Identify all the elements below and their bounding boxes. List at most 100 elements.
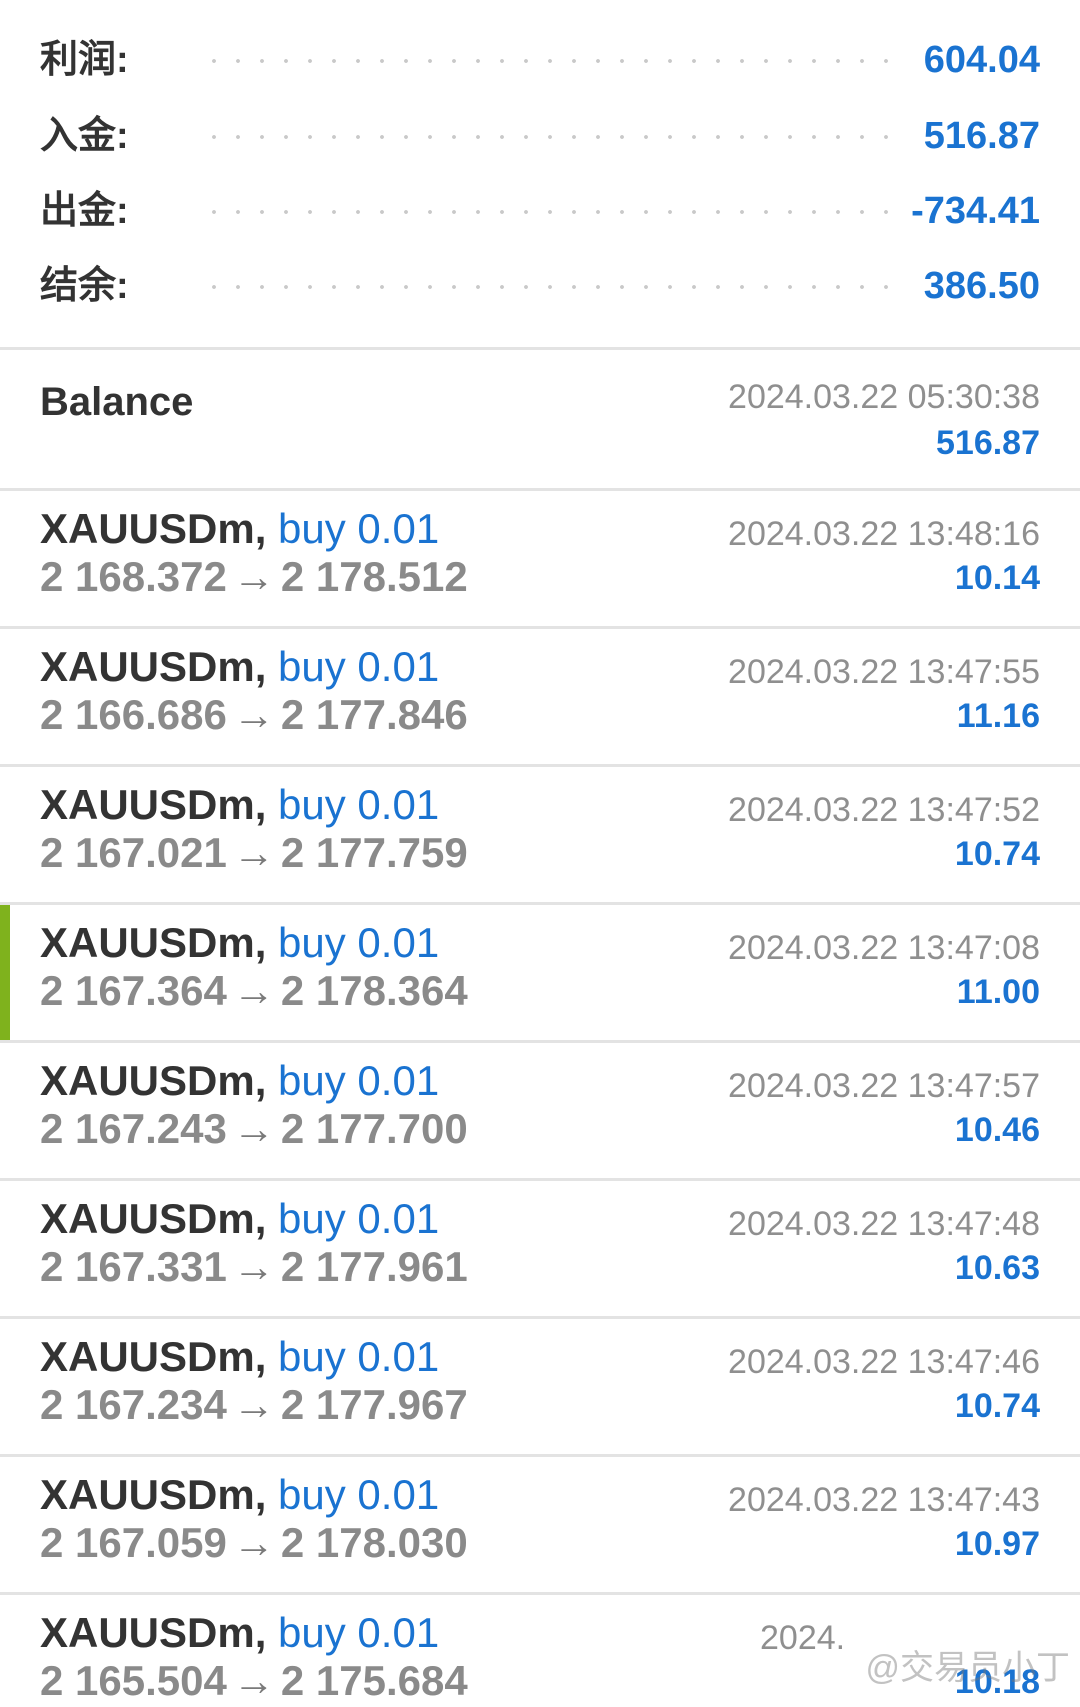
trade-time: 2024.03.22 13:47:57 <box>728 1067 1040 1105</box>
trade-side: buy 0.01 <box>278 505 440 552</box>
trade-profit: 10.14 <box>954 559 1040 597</box>
trade-profit: 11.16 <box>956 697 1040 735</box>
trade-side: buy 0.01 <box>278 781 440 828</box>
trade-side: buy 0.01 <box>278 919 440 966</box>
withdrawal-label: 出金: <box>40 190 129 232</box>
trade-row[interactable]: XAUUSDm, buy 0.01 2 167.243 → 2 177.700 20… <box>0 1043 1080 1178</box>
summary-section: 利润: 604.04 入金: 516.87 出金: -734.41 结余: 38… <box>0 0 1080 348</box>
trade-profit: 10.46 <box>954 1111 1040 1149</box>
arrow-right-icon: → <box>232 1243 275 1290</box>
arrow-right-icon: → <box>232 553 275 600</box>
close-price: 2 178.030 <box>280 1519 468 1566</box>
trade-symbol: XAUUSDm, <box>40 1195 267 1242</box>
trade-prices: 2 167.234 → 2 177.967 <box>40 1381 468 1429</box>
trade-prices: 2 167.364 → 2 178.364 <box>40 967 468 1015</box>
trade-row[interactable]: XAUUSDm, buy 0.01 2 167.234 → 2 177.967 20… <box>0 1319 1080 1454</box>
trade-title: XAUUSDm, buy 0.01 <box>40 919 439 967</box>
close-price: 2 177.967 <box>280 1381 468 1428</box>
trade-title: XAUUSDm, buy 0.01 <box>40 781 439 829</box>
trade-title: XAUUSDm, buy 0.01 <box>40 1609 439 1657</box>
balance-entry-amount: 516.87 <box>936 424 1040 462</box>
trade-title: XAUUSDm, buy 0.01 <box>40 505 439 553</box>
trade-time-partial: 2024. <box>760 1619 846 1657</box>
balance-entry[interactable]: Balance 2024.03.22 05:30:38 516.87 <box>0 352 1080 487</box>
trade-title: XAUUSDm, buy 0.01 <box>40 1333 439 1381</box>
trade-time: 2024.03.22 13:48:16 <box>728 515 1040 553</box>
open-price: 2 166.686 <box>40 691 227 738</box>
leader-dots <box>202 285 894 289</box>
selected-marker <box>0 905 10 1040</box>
trade-symbol: XAUUSDm, <box>40 643 267 690</box>
summary-withdrawal-row: 出金: -734.41 <box>40 181 1040 241</box>
trade-side: buy 0.01 <box>278 1195 440 1242</box>
arrow-right-icon: → <box>232 1381 275 1428</box>
open-price: 2 168.372 <box>40 553 227 600</box>
trade-row[interactable]: XAUUSDm, buy 0.01 2 166.686 → 2 177.846 20… <box>0 629 1080 764</box>
open-price: 2 167.364 <box>40 967 227 1014</box>
trade-time: 2024.03.22 13:47:55 <box>728 653 1040 691</box>
open-price: 2 167.059 <box>40 1519 227 1566</box>
arrow-right-icon: → <box>232 829 275 876</box>
close-price: 2 177.700 <box>280 1105 468 1152</box>
trade-row[interactable]: XAUUSDm, buy 0.01 2 167.059 → 2 178.030 20… <box>0 1457 1080 1592</box>
open-price: 2 165.504 <box>40 1657 227 1704</box>
deposit-label: 入金: <box>40 115 129 157</box>
balance-label: 结余: <box>40 265 129 307</box>
summary-deposit-row: 入金: 516.87 <box>40 106 1040 166</box>
trade-title: XAUUSDm, buy 0.01 <box>40 1195 439 1243</box>
trade-row[interactable]: XAUUSDm, buy 0.01 2 168.372 → 2 178.512 20… <box>0 491 1080 626</box>
open-price: 2 167.234 <box>40 1381 227 1428</box>
trade-time: 2024.03.22 13:47:08 <box>728 929 1040 967</box>
trade-time: 2024.03.22 13:47:52 <box>728 791 1040 829</box>
balance-value: 386.50 <box>923 265 1040 307</box>
trade-profit: 10.63 <box>954 1249 1040 1287</box>
watermark: @交易员小丁 <box>865 1649 1070 1687</box>
close-price: 2 177.846 <box>280 691 468 738</box>
trade-title: XAUUSDm, buy 0.01 <box>40 1057 439 1105</box>
trade-profit: 10.97 <box>954 1525 1040 1563</box>
trade-symbol: XAUUSDm, <box>40 1057 267 1104</box>
trade-symbol: XAUUSDm, <box>40 781 267 828</box>
trade-side: buy 0.01 <box>278 1333 440 1380</box>
arrow-right-icon: → <box>232 691 275 738</box>
profit-value: 604.04 <box>923 39 1040 81</box>
trade-row-selected[interactable]: XAUUSDm, buy 0.01 2 167.364 → 2 178.364 20… <box>0 905 1080 1040</box>
trade-side: buy 0.01 <box>278 1609 440 1656</box>
open-price: 2 167.021 <box>40 829 227 876</box>
trade-symbol: XAUUSDm, <box>40 1471 267 1518</box>
trade-row[interactable]: XAUUSDm, buy 0.01 2 167.331 → 2 177.961 20… <box>0 1181 1080 1316</box>
leader-dots <box>202 135 894 139</box>
trade-side: buy 0.01 <box>278 1057 440 1104</box>
trade-side: buy 0.01 <box>278 1471 440 1518</box>
trade-prices: 2 167.243 → 2 177.700 <box>40 1105 468 1153</box>
trade-profit: 11.00 <box>956 973 1040 1011</box>
withdrawal-value: -734.41 <box>911 190 1040 232</box>
trade-title: XAUUSDm, buy 0.01 <box>40 1471 439 1519</box>
trade-time: 2024.03.22 13:47:48 <box>728 1205 1040 1243</box>
balance-entry-title: Balance <box>40 380 194 424</box>
trade-prices: 2 167.331 → 2 177.961 <box>40 1243 468 1291</box>
divider <box>0 347 1080 350</box>
trade-title: XAUUSDm, buy 0.01 <box>40 643 439 691</box>
balance-entry-time: 2024.03.22 05:30:38 <box>728 378 1040 416</box>
arrow-right-icon: → <box>232 1657 275 1704</box>
trade-prices: 2 167.021 → 2 177.759 <box>40 829 468 877</box>
leader-dots <box>202 59 894 63</box>
trade-prices: 2 167.059 → 2 178.030 <box>40 1519 468 1567</box>
trade-prices: 2 166.686 → 2 177.846 <box>40 691 468 739</box>
close-price: 2 178.364 <box>280 967 468 1014</box>
trade-prices: 2 168.372 → 2 178.512 <box>40 553 468 601</box>
open-price: 2 167.331 <box>40 1243 227 1290</box>
trade-profit: 10.74 <box>954 1387 1040 1425</box>
trade-side: buy 0.01 <box>278 643 440 690</box>
trade-row[interactable]: XAUUSDm, buy 0.01 2 167.021 → 2 177.759 20… <box>0 767 1080 902</box>
trade-symbol: XAUUSDm, <box>40 919 267 966</box>
arrow-right-icon: → <box>232 1519 275 1566</box>
arrow-right-icon: → <box>232 1105 275 1152</box>
close-price: 2 177.961 <box>280 1243 468 1290</box>
leader-dots <box>202 210 894 214</box>
deposit-value: 516.87 <box>923 115 1040 157</box>
trade-symbol: XAUUSDm, <box>40 1333 267 1380</box>
trade-symbol: XAUUSDm, <box>40 505 267 552</box>
trade-time: 2024.03.22 13:47:46 <box>728 1343 1040 1381</box>
